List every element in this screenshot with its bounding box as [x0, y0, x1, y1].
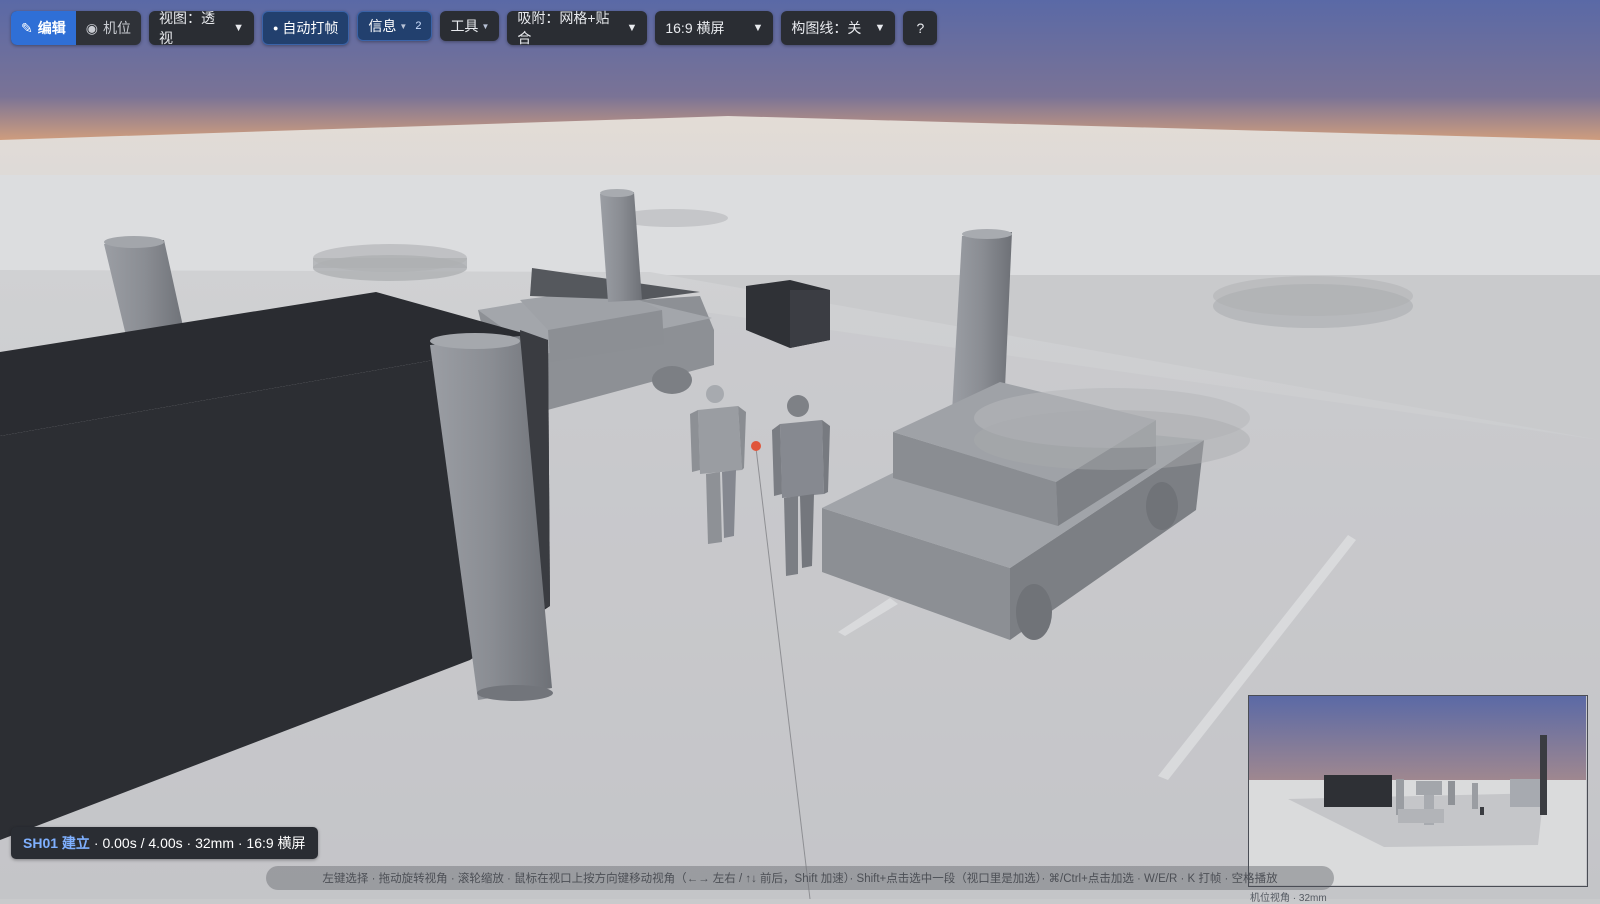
camera-icon: ◉	[85, 19, 98, 36]
info-label: 信息	[368, 18, 397, 34]
shot-status: SH01 建立 · 0.00s / 4.00s · 32mm · 16:9 横屏	[11, 827, 318, 859]
chevron-down-icon: ▼	[874, 22, 886, 34]
chevron-down-icon: ▼	[399, 21, 408, 31]
info-button[interactable]: 信息 ▼ 2	[357, 11, 433, 41]
keyboard-hint-bar: 左键选择 · 拖动旋转视角 · 滚轮缩放 · 鼠标在视口上按方向键移动视角（←→…	[266, 866, 1334, 890]
chevron-down-icon: ▼	[626, 22, 638, 34]
tools-menu[interactable]: 工具 ▼	[440, 11, 500, 41]
tools-label: 工具	[450, 18, 479, 34]
far-floor	[0, 175, 1600, 275]
mode-camera-label: 机位	[102, 20, 131, 36]
view-select[interactable]: 视图：透视 ▼	[148, 10, 254, 46]
hint-text: 左键选择 · 拖动旋转视角 · 滚轮缩放 · 鼠标在视口上按方向键移动视角（←→…	[322, 873, 1278, 885]
pencil-icon: ✎	[21, 19, 33, 36]
minimap-label: 机位视角 · 32mm	[1250, 893, 1327, 904]
aspect-select[interactable]: 16:9 横屏 ▼	[655, 11, 774, 45]
shot-id: SH01 建立	[23, 835, 90, 851]
shot-detail: · 0.00s / 4.00s · 32mm · 16:9 横屏	[93, 835, 306, 851]
snap-select-label: 吸附：网格+贴合	[517, 10, 610, 46]
record-dot-icon: ●	[272, 23, 279, 33]
view-select-label: 视图：透视	[158, 10, 215, 46]
auto-keyframe-label: 自动打帧	[282, 20, 339, 36]
top-toolbar: ✎ 编辑 ◉ 机位 视图：透视 ▼ ● 自动打帧 信息 ▼ 2 工具 ▼ 吸附：…	[11, 10, 938, 46]
mode-switch: ✎ 编辑 ◉ 机位	[11, 11, 141, 45]
car-front-wheel-front	[1016, 584, 1052, 640]
chevron-down-icon: ▼	[752, 22, 764, 34]
camera-preview-minimap[interactable]	[1248, 695, 1588, 887]
auto-keyframe-button[interactable]: ● 自动打帧	[261, 11, 350, 45]
guides-select-label: 构图线：关	[791, 20, 862, 36]
camera-target-marker	[751, 441, 761, 451]
guides-select[interactable]: 构图线：关 ▼	[781, 11, 896, 45]
car-back-wheel	[652, 366, 692, 394]
info-count-badge: 2	[415, 20, 422, 32]
help-button[interactable]: ?	[903, 11, 938, 45]
help-label: ?	[916, 20, 925, 36]
car-front-wheel-back	[1146, 482, 1178, 530]
mode-edit-button[interactable]: ✎ 编辑	[11, 11, 76, 45]
mode-edit-label: 编辑	[37, 20, 66, 36]
chevron-down-icon: ▼	[233, 22, 244, 34]
chevron-down-icon: ▼	[481, 21, 490, 31]
mode-camera-button[interactable]: ◉ 机位	[76, 11, 141, 45]
snap-select[interactable]: 吸附：网格+贴合 ▼	[507, 10, 648, 46]
aspect-select-label: 16:9 横屏	[665, 20, 725, 36]
